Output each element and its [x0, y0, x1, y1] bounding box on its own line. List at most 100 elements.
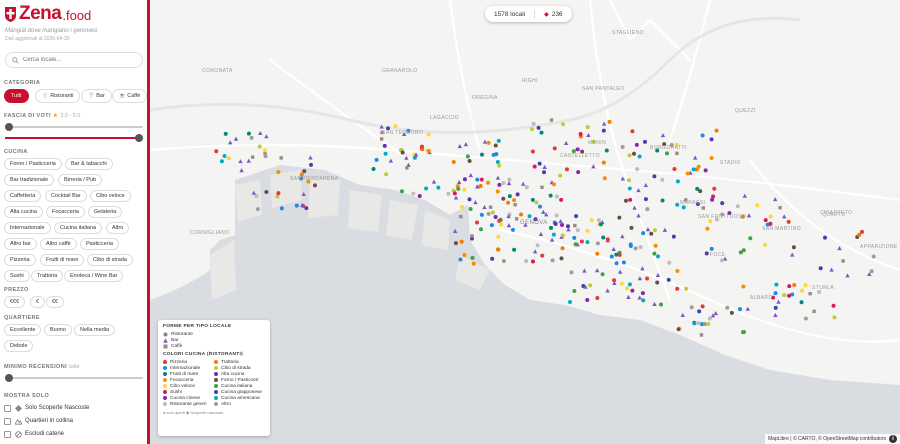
- ristorante-marker[interactable]: [551, 232, 556, 237]
- ristorante-marker[interactable]: [585, 228, 590, 233]
- ristorante-marker[interactable]: [755, 203, 760, 208]
- bar-marker[interactable]: [637, 295, 642, 300]
- bar-marker[interactable]: [620, 176, 625, 181]
- ristorante-marker[interactable]: [614, 261, 619, 266]
- ristorante-marker[interactable]: [507, 194, 512, 199]
- caffe-marker[interactable]: [573, 223, 577, 228]
- ristorante-marker[interactable]: [497, 218, 502, 223]
- ristorante-marker[interactable]: [709, 137, 714, 142]
- ristorante-marker[interactable]: [627, 186, 632, 191]
- ristorante-marker[interactable]: [496, 234, 501, 239]
- ristorante-marker[interactable]: [467, 159, 472, 164]
- ristorante-marker[interactable]: [656, 254, 661, 259]
- ristorante-marker[interactable]: [512, 247, 517, 252]
- ristorante-marker[interactable]: [510, 227, 515, 232]
- ristorante-marker[interactable]: [548, 225, 553, 230]
- ristorante-marker[interactable]: [468, 207, 473, 211]
- ristorante-marker[interactable]: [382, 143, 387, 148]
- bar-marker[interactable]: [264, 134, 269, 139]
- ristorante-marker[interactable]: [497, 163, 502, 168]
- ristorante-marker[interactable]: [831, 303, 836, 308]
- chip-cucina[interactable]: Sushi: [4, 270, 30, 282]
- caffe-marker[interactable]: [812, 309, 816, 314]
- ristorante-marker[interactable]: [478, 184, 483, 189]
- ristorante-marker[interactable]: [692, 321, 697, 326]
- filter-scoperte-nascoste[interactable]: Solo Scoperte Nascoste: [4, 403, 89, 413]
- bar-marker[interactable]: [782, 214, 787, 219]
- voti-min-slider[interactable]: [5, 123, 143, 131]
- ristorante-marker[interactable]: [595, 251, 600, 256]
- ristorante-marker[interactable]: [462, 252, 467, 257]
- bar-marker[interactable]: [617, 269, 623, 274]
- bar-marker[interactable]: [233, 136, 239, 141]
- ristorante-marker[interactable]: [696, 321, 701, 326]
- caffe-marker[interactable]: [502, 259, 506, 263]
- ristorante-marker[interactable]: [720, 201, 725, 206]
- ristorante-marker[interactable]: [495, 247, 500, 252]
- ristorante-marker[interactable]: [857, 232, 862, 237]
- ristorante-marker[interactable]: [645, 276, 650, 281]
- chip-cucina[interactable]: Altro: [106, 222, 130, 234]
- ristorante-marker[interactable]: [738, 250, 743, 255]
- ristorante-marker[interactable]: [575, 147, 580, 152]
- ristorante-marker[interactable]: [475, 220, 480, 225]
- ristorante-marker[interactable]: [475, 177, 480, 182]
- caffe-marker[interactable]: [488, 205, 493, 209]
- ristorante-marker[interactable]: [652, 174, 657, 179]
- ristorante-marker[interactable]: [264, 190, 269, 195]
- bar-marker[interactable]: [601, 121, 607, 126]
- ristorante-marker[interactable]: [696, 164, 701, 169]
- ristorante-marker[interactable]: [257, 144, 262, 149]
- ristorante-marker[interactable]: [643, 197, 648, 202]
- ristorante-marker[interactable]: [695, 186, 700, 191]
- ristorante-marker[interactable]: [524, 185, 529, 190]
- ristorante-marker[interactable]: [689, 305, 694, 310]
- bar-marker[interactable]: [640, 266, 645, 271]
- ristorante-marker[interactable]: [462, 177, 467, 182]
- ristorante-marker[interactable]: [628, 242, 633, 247]
- ristorante-marker[interactable]: [665, 151, 670, 156]
- ristorante-marker[interactable]: [539, 130, 544, 135]
- ristorante-marker[interactable]: [223, 131, 228, 136]
- ristorante-marker[interactable]: [645, 207, 650, 212]
- bar-marker[interactable]: [829, 267, 834, 272]
- ristorante-marker[interactable]: [660, 177, 665, 182]
- ristorante-marker[interactable]: [527, 214, 532, 219]
- caffe-marker[interactable]: [279, 156, 283, 160]
- ristorante-marker[interactable]: [479, 212, 484, 217]
- bar-marker[interactable]: [713, 311, 718, 316]
- bar-marker[interactable]: [845, 273, 850, 278]
- ristorante-marker[interactable]: [803, 316, 808, 321]
- ristorante-marker[interactable]: [532, 164, 537, 169]
- bar-marker[interactable]: [506, 181, 512, 186]
- ristorante-marker[interactable]: [630, 288, 635, 293]
- ristorante-marker[interactable]: [467, 197, 472, 202]
- ristorante-marker[interactable]: [637, 154, 642, 159]
- caffe-marker[interactable]: [470, 234, 474, 238]
- bar-marker[interactable]: [563, 140, 569, 145]
- bar-marker[interactable]: [239, 168, 244, 173]
- ristorante-marker[interactable]: [638, 245, 643, 250]
- map-attribution[interactable]: MapLibre | © CARTO, © OpenStreetMap cont…: [765, 434, 900, 444]
- chip-cucina[interactable]: Trattoria: [31, 270, 64, 282]
- ristorante-marker[interactable]: [552, 182, 557, 187]
- ristorante-marker[interactable]: [621, 260, 626, 265]
- ristorante-marker[interactable]: [486, 211, 491, 216]
- ristorante-marker[interactable]: [558, 173, 563, 178]
- ristorante-marker[interactable]: [711, 194, 716, 199]
- ristorante-marker[interactable]: [436, 185, 441, 190]
- chip-prezzo[interactable]: €: [30, 296, 46, 308]
- ristorante-marker[interactable]: [426, 148, 431, 153]
- ristorante-marker[interactable]: [462, 187, 467, 192]
- bar-marker[interactable]: [549, 237, 555, 242]
- ristorante-marker[interactable]: [501, 196, 506, 201]
- filter-escludi-catene[interactable]: Escludi catene: [4, 429, 64, 439]
- ristorante-marker[interactable]: [604, 148, 609, 153]
- ristorante-marker[interactable]: [871, 254, 876, 259]
- bar-marker[interactable]: [473, 200, 478, 205]
- ristorante-marker[interactable]: [667, 260, 672, 265]
- ristorante-marker[interactable]: [685, 171, 690, 176]
- caffe-marker[interactable]: [549, 118, 554, 122]
- caffe-marker[interactable]: [778, 206, 782, 210]
- ristorante-marker[interactable]: [507, 177, 512, 182]
